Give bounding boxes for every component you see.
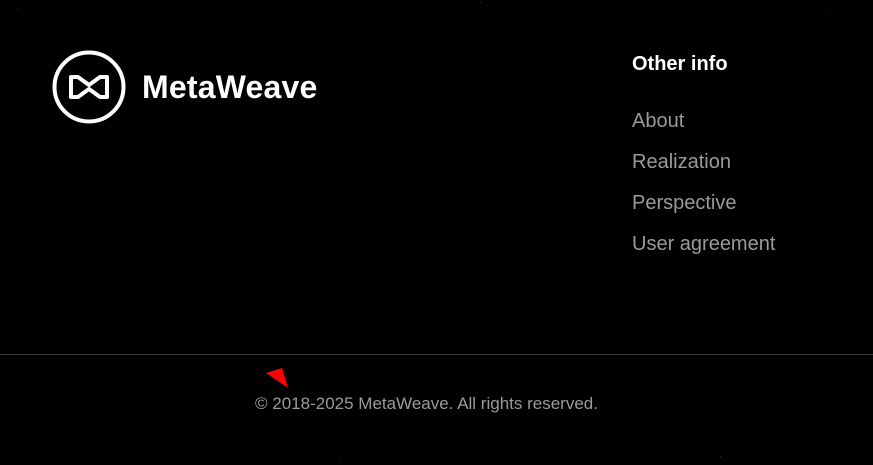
background-speck xyxy=(480,2,481,3)
metaweave-logo-icon xyxy=(52,50,126,124)
list-item: Perspective xyxy=(632,191,775,217)
background-speck xyxy=(18,8,19,9)
list-item: About xyxy=(632,109,775,135)
other-info-heading: Other info xyxy=(632,53,728,75)
background-speck xyxy=(340,458,341,459)
perspective-link[interactable]: Perspective xyxy=(632,192,737,214)
brand-name: MetaWeave xyxy=(142,69,318,105)
other-info-nav: Other info About Realization Perspective… xyxy=(632,52,775,273)
background-speck xyxy=(720,456,721,457)
about-link[interactable]: About xyxy=(632,110,684,132)
brand-logo-link[interactable]: MetaWeave xyxy=(52,50,318,124)
red-arrow-cursor-icon xyxy=(266,368,288,388)
realization-link[interactable]: Realization xyxy=(632,151,731,173)
footer-divider xyxy=(0,354,873,355)
background-speck xyxy=(826,10,827,11)
copyright-text: © 2018-2025 MetaWeave. All rights reserv… xyxy=(255,394,598,413)
list-item: Realization xyxy=(632,150,775,176)
site-footer: MetaWeave Other info About Realization P… xyxy=(0,0,873,465)
user-agreement-link[interactable]: User agreement xyxy=(632,233,775,255)
list-item: User agreement xyxy=(632,232,775,258)
other-info-links: About Realization Perspective User agree… xyxy=(632,109,775,258)
